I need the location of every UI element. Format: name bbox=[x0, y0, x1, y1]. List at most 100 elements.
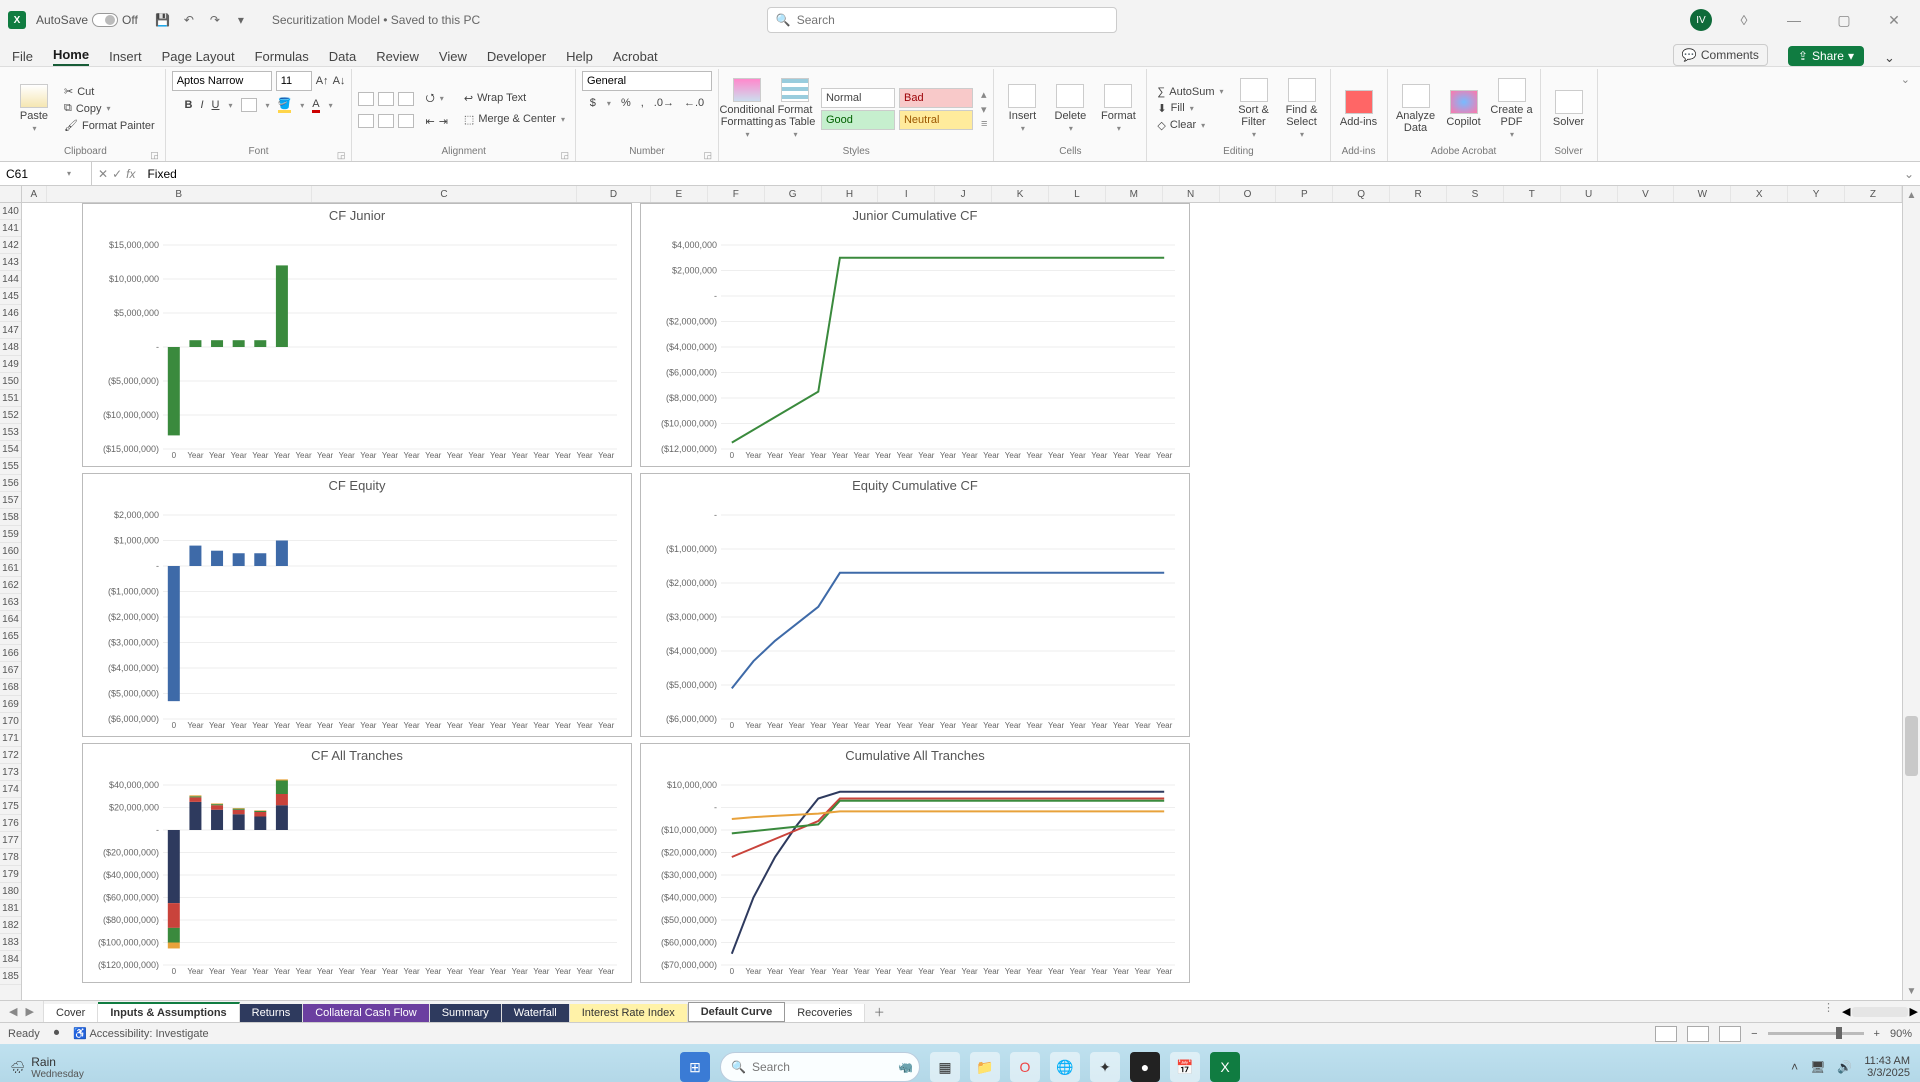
row-header[interactable]: 173 bbox=[0, 764, 21, 781]
align-top-icon[interactable] bbox=[358, 92, 374, 106]
font-size-input[interactable] bbox=[276, 71, 312, 91]
wrap-text-button[interactable]: ↩Wrap Text bbox=[460, 91, 569, 106]
chart-cf-junior[interactable]: CF Junior$15,000,000$10,000,000$5,000,00… bbox=[82, 203, 632, 467]
underline-button[interactable]: U bbox=[212, 99, 220, 111]
chart-junior-cumulative[interactable]: Junior Cumulative CF$4,000,000$2,000,000… bbox=[640, 203, 1190, 467]
maximize-button[interactable]: ▢ bbox=[1826, 7, 1862, 33]
row-header[interactable]: 158 bbox=[0, 509, 21, 526]
menu-tab-data[interactable]: Data bbox=[329, 47, 356, 66]
sheet-nav[interactable]: ◀▶ bbox=[0, 1001, 44, 1022]
row-header[interactable]: 180 bbox=[0, 883, 21, 900]
borders-icon[interactable] bbox=[241, 98, 257, 112]
row-header[interactable]: 141 bbox=[0, 220, 21, 237]
percent-icon[interactable]: % bbox=[621, 97, 631, 109]
menu-tab-formulas[interactable]: Formulas bbox=[255, 47, 309, 66]
app-icon-1[interactable]: ✦ bbox=[1090, 1052, 1120, 1082]
style-neutral[interactable]: Neutral bbox=[899, 110, 973, 130]
menu-tab-view[interactable]: View bbox=[439, 47, 467, 66]
enter-formula-icon[interactable]: ✓ bbox=[112, 167, 122, 181]
increase-indent-icon[interactable]: ⇥ bbox=[439, 115, 448, 128]
redo-icon[interactable]: ↷ bbox=[202, 7, 228, 33]
row-header[interactable]: 143 bbox=[0, 254, 21, 271]
tab-split-handle[interactable]: ⋮ bbox=[1817, 1001, 1840, 1022]
find-select-button[interactable]: Find & Select▾ bbox=[1280, 78, 1324, 139]
row-header[interactable]: 176 bbox=[0, 815, 21, 832]
chart-cf-equity[interactable]: CF Equity$2,000,000$1,000,000-($1,000,00… bbox=[82, 473, 632, 737]
clear-button[interactable]: ◇Clear▾ bbox=[1153, 118, 1227, 133]
style-good[interactable]: Good bbox=[821, 110, 895, 130]
number-format-select[interactable] bbox=[582, 71, 712, 91]
row-header[interactable]: 145 bbox=[0, 288, 21, 305]
zoom-slider[interactable] bbox=[1768, 1032, 1864, 1035]
file-explorer-icon[interactable]: 📁 bbox=[970, 1052, 1000, 1082]
row-headers[interactable]: 1401411421431441451461471481491501511521… bbox=[0, 186, 22, 1000]
column-header[interactable]: F bbox=[708, 186, 765, 202]
column-header[interactable]: H bbox=[822, 186, 879, 202]
format-cells-button[interactable]: Format▾ bbox=[1096, 84, 1140, 133]
name-box[interactable]: ▾ bbox=[0, 162, 92, 185]
decrease-indent-icon[interactable]: ⇤ bbox=[425, 115, 434, 128]
sheet-tab-returns[interactable]: Returns bbox=[240, 1004, 304, 1022]
row-header[interactable]: 151 bbox=[0, 390, 21, 407]
column-header[interactable]: J bbox=[935, 186, 992, 202]
copy-button[interactable]: ⧉Copy▾ bbox=[60, 101, 159, 116]
row-header[interactable]: 167 bbox=[0, 662, 21, 679]
dialog-launcher-icon[interactable]: ◲ bbox=[560, 150, 569, 161]
new-sheet-button[interactable]: ＋ bbox=[865, 1001, 893, 1022]
page-layout-view-button[interactable] bbox=[1687, 1026, 1709, 1042]
column-header[interactable]: E bbox=[651, 186, 708, 202]
row-header[interactable]: 149 bbox=[0, 356, 21, 373]
share-button[interactable]: ⇪ Share ▾ bbox=[1788, 46, 1864, 66]
row-header[interactable]: 144 bbox=[0, 271, 21, 288]
styles-scroll-down-icon[interactable]: ▾ bbox=[981, 103, 987, 116]
orientation-icon[interactable]: ⭯ bbox=[425, 89, 434, 108]
menu-tab-developer[interactable]: Developer bbox=[487, 47, 546, 66]
column-header[interactable]: M bbox=[1106, 186, 1163, 202]
column-header[interactable]: V bbox=[1618, 186, 1675, 202]
row-header[interactable]: 181 bbox=[0, 900, 21, 917]
app-icon-3[interactable]: 📅 bbox=[1170, 1052, 1200, 1082]
column-header[interactable]: C bbox=[312, 186, 577, 202]
menu-tab-file[interactable]: File bbox=[12, 47, 33, 66]
sheet-tab-default-curve[interactable]: Default Curve bbox=[688, 1002, 786, 1022]
delete-cells-button[interactable]: Delete▾ bbox=[1048, 84, 1092, 133]
minimize-button[interactable]: — bbox=[1776, 7, 1812, 33]
fill-button[interactable]: ⬇Fill▾ bbox=[1153, 101, 1227, 116]
macro-record-icon[interactable]: ⏺ bbox=[54, 1027, 60, 1040]
row-header[interactable]: 177 bbox=[0, 832, 21, 849]
style-bad[interactable]: Bad bbox=[899, 88, 973, 108]
search-box[interactable]: 🔍 bbox=[767, 7, 1117, 33]
sheet-tab-interest-rate-index[interactable]: Interest Rate Index bbox=[570, 1004, 688, 1022]
menu-tab-page-layout[interactable]: Page Layout bbox=[162, 47, 235, 66]
align-middle-icon[interactable] bbox=[378, 92, 394, 106]
chart-cf-all-tranches[interactable]: CF All Tranches$40,000,000$20,000,000-($… bbox=[82, 743, 632, 983]
row-header[interactable]: 159 bbox=[0, 526, 21, 543]
column-header[interactable]: W bbox=[1674, 186, 1731, 202]
row-header[interactable]: 170 bbox=[0, 713, 21, 730]
menu-tab-acrobat[interactable]: Acrobat bbox=[613, 47, 658, 66]
row-header[interactable]: 147 bbox=[0, 322, 21, 339]
align-right-icon[interactable] bbox=[398, 114, 414, 128]
column-header[interactable]: L bbox=[1049, 186, 1106, 202]
column-header[interactable]: Y bbox=[1788, 186, 1845, 202]
row-header[interactable]: 161 bbox=[0, 560, 21, 577]
comma-icon[interactable]: , bbox=[641, 97, 644, 109]
dialog-launcher-icon[interactable]: ◲ bbox=[150, 150, 159, 161]
normal-view-button[interactable] bbox=[1655, 1026, 1677, 1042]
autosum-button[interactable]: ∑AutoSum▾ bbox=[1153, 85, 1227, 99]
search-input[interactable] bbox=[797, 13, 1116, 27]
addins-button[interactable]: Add-ins bbox=[1337, 90, 1381, 128]
close-button[interactable]: ✕ bbox=[1876, 7, 1912, 33]
formula-input[interactable] bbox=[141, 162, 1897, 185]
sheet-tab-recoveries[interactable]: Recoveries bbox=[785, 1004, 865, 1022]
format-painter-button[interactable]: 🖌Format Painter bbox=[60, 118, 159, 133]
expand-formula-bar-icon[interactable]: ⌄ bbox=[1898, 167, 1920, 181]
page-break-view-button[interactable] bbox=[1719, 1026, 1741, 1042]
start-button[interactable]: ⊞ bbox=[680, 1052, 710, 1082]
fill-color-icon[interactable]: 🪣 bbox=[278, 97, 292, 113]
chart-equity-cumulative[interactable]: Equity Cumulative CF-($1,000,000)($2,000… bbox=[640, 473, 1190, 737]
sheet-tab-cover[interactable]: Cover bbox=[44, 1004, 98, 1022]
volume-icon[interactable]: 🔊 bbox=[1837, 1060, 1852, 1074]
taskbar-search[interactable]: 🔍Search🦏 bbox=[720, 1052, 920, 1082]
menu-tab-review[interactable]: Review bbox=[376, 47, 419, 66]
